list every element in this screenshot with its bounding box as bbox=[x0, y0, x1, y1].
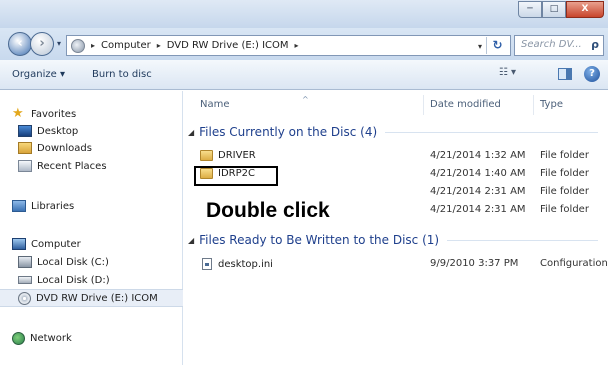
sidebar-item-label: Local Disk (C:) bbox=[37, 256, 109, 268]
back-button[interactable]: ‹ bbox=[8, 32, 32, 56]
file-type: File folder bbox=[540, 204, 589, 215]
burn-to-disc-button[interactable]: Burn to disc bbox=[92, 69, 152, 80]
dvd-drive-icon bbox=[71, 38, 85, 53]
sidebar-item-desktop[interactable]: Desktop bbox=[18, 122, 201, 140]
file-date: 9/9/2010 3:37 PM bbox=[430, 258, 519, 269]
downloads-folder-icon bbox=[18, 142, 32, 154]
star-icon: ★ bbox=[12, 106, 24, 121]
file-row-desktop-ini[interactable]: desktop.ini 9/9/2010 3:37 PM Configurati… bbox=[184, 254, 608, 272]
file-type: Configuration bbox=[540, 258, 608, 269]
sidebar-item-local-disk-d[interactable]: Local Disk (D:) bbox=[18, 271, 201, 289]
breadcrumb-dvd-drive[interactable]: DVD RW Drive (E:) ICOM bbox=[167, 40, 289, 51]
file-name: desktop.ini bbox=[218, 258, 273, 270]
sidebar-item-label: Network bbox=[30, 332, 72, 344]
sidebar-item-label: Desktop bbox=[37, 125, 79, 137]
dvd-drive-icon bbox=[18, 291, 31, 305]
explorer-window: ─ □ X ‹ › ▾ ▸ Computer ▸ DVD RW Drive (E… bbox=[0, 0, 608, 365]
highlight-rectangle bbox=[194, 166, 278, 186]
forward-button[interactable]: › bbox=[30, 32, 54, 56]
sidebar-item-label: Favorites bbox=[31, 108, 77, 120]
help-icon[interactable]: ? bbox=[584, 66, 600, 82]
sidebar-item-recent-places[interactable]: Recent Places bbox=[18, 157, 201, 175]
address-dropdown-icon[interactable]: ▾ bbox=[478, 42, 482, 51]
file-type: File folder bbox=[540, 168, 589, 179]
hard-disk-icon bbox=[18, 256, 32, 268]
change-view-button[interactable]: ☷ ▾ bbox=[499, 67, 516, 78]
sort-ascending-icon: ^ bbox=[302, 95, 309, 104]
navigation-pane: ★ Favorites Desktop Downloads Recent Pla… bbox=[0, 91, 183, 365]
sidebar-item-local-disk-c[interactable]: Local Disk (C:) bbox=[18, 253, 201, 271]
sidebar-item-label: Libraries bbox=[31, 200, 75, 212]
address-bar-row: ‹ › ▾ ▸ Computer ▸ DVD RW Drive (E:) ICO… bbox=[0, 28, 608, 60]
column-header-label: Date modified bbox=[430, 99, 501, 110]
network-icon bbox=[12, 331, 25, 345]
title-bar: ─ □ X bbox=[0, 0, 608, 28]
collapse-arrow-icon[interactable]: ◢ bbox=[188, 128, 194, 137]
collapse-arrow-icon[interactable]: ◢ bbox=[188, 236, 194, 245]
column-header-label: Name bbox=[200, 99, 230, 110]
libraries-icon bbox=[12, 200, 26, 212]
breadcrumb-separator[interactable]: ▸ bbox=[91, 41, 95, 50]
hard-disk-icon bbox=[18, 276, 32, 284]
organize-button[interactable]: Organize ▾ bbox=[12, 69, 65, 80]
search-input[interactable]: Search DV... ρ bbox=[514, 35, 604, 56]
file-name: DRIVER bbox=[218, 150, 256, 161]
recent-places-icon bbox=[18, 160, 32, 172]
sidebar-item-network[interactable]: Network bbox=[12, 329, 195, 347]
file-type: File folder bbox=[540, 186, 589, 197]
refresh-button[interactable]: ↻ bbox=[486, 37, 508, 54]
sidebar-item-label: Downloads bbox=[37, 142, 92, 154]
file-date: 4/21/2014 1:40 AM bbox=[430, 168, 526, 179]
search-placeholder: Search DV... bbox=[521, 39, 582, 50]
sidebar-item-downloads[interactable]: Downloads bbox=[18, 139, 201, 157]
sidebar-item-favorites[interactable]: ★ Favorites bbox=[12, 105, 195, 123]
sidebar-item-libraries[interactable]: Libraries bbox=[12, 197, 195, 215]
close-button[interactable]: X bbox=[566, 1, 604, 18]
search-icon[interactable]: ρ bbox=[591, 38, 599, 51]
recent-pages-dropdown[interactable]: ▾ bbox=[57, 39, 61, 48]
group-title: Files Currently on the Disc (4) bbox=[199, 125, 378, 139]
sidebar-item-label: DVD RW Drive (E:) ICOM bbox=[36, 292, 158, 304]
column-header-name[interactable]: Name ^ bbox=[184, 95, 424, 115]
column-header-label: Type bbox=[540, 99, 563, 110]
file-date: 4/21/2014 2:31 AM bbox=[430, 204, 526, 215]
window-controls: ─ □ X bbox=[518, 1, 604, 18]
group-header-ready-to-write[interactable]: ◢ Files Ready to Be Written to the Disc … bbox=[188, 231, 598, 249]
sidebar-item-label: Recent Places bbox=[37, 160, 107, 172]
file-list: Name ^ Date modified Type ◢ Files Curren… bbox=[184, 91, 608, 365]
column-header-date-modified[interactable]: Date modified bbox=[424, 95, 534, 115]
sidebar-item-computer[interactable]: Computer bbox=[12, 235, 195, 253]
minimize-button[interactable]: ─ bbox=[518, 1, 542, 18]
breadcrumb-computer[interactable]: Computer bbox=[101, 40, 151, 51]
address-field[interactable]: ▸ Computer ▸ DVD RW Drive (E:) ICOM ▸ ▾ … bbox=[66, 35, 511, 56]
file-date: 4/21/2014 1:32 AM bbox=[430, 150, 526, 161]
computer-icon bbox=[12, 238, 26, 250]
column-header-type[interactable]: Type bbox=[534, 95, 608, 115]
sidebar-item-label: Computer bbox=[31, 238, 81, 250]
instruction-callout: Double click bbox=[206, 199, 330, 222]
breadcrumb-separator[interactable]: ▸ bbox=[295, 41, 299, 50]
group-title: Files Ready to Be Written to the Disc (1… bbox=[199, 233, 440, 247]
file-type: File folder bbox=[540, 150, 589, 161]
file-date: 4/21/2014 2:31 AM bbox=[430, 186, 526, 197]
group-divider bbox=[447, 239, 598, 241]
group-divider bbox=[385, 131, 598, 133]
file-row-driver[interactable]: DRIVER 4/21/2014 1:32 AM File folder bbox=[184, 146, 608, 164]
group-header-current-files[interactable]: ◢ Files Currently on the Disc (4) bbox=[188, 123, 598, 141]
preview-pane-icon[interactable] bbox=[558, 68, 572, 80]
folder-icon bbox=[200, 150, 213, 161]
sidebar-item-label: Local Disk (D:) bbox=[37, 274, 110, 286]
ini-file-icon bbox=[202, 258, 212, 270]
breadcrumb-separator[interactable]: ▸ bbox=[157, 41, 161, 50]
command-toolbar: Organize ▾ Burn to disc ☷ ▾ ? bbox=[0, 60, 608, 90]
sidebar-item-dvd-drive[interactable]: DVD RW Drive (E:) ICOM bbox=[0, 289, 183, 307]
maximize-button[interactable]: □ bbox=[542, 1, 566, 18]
desktop-icon bbox=[18, 125, 32, 137]
